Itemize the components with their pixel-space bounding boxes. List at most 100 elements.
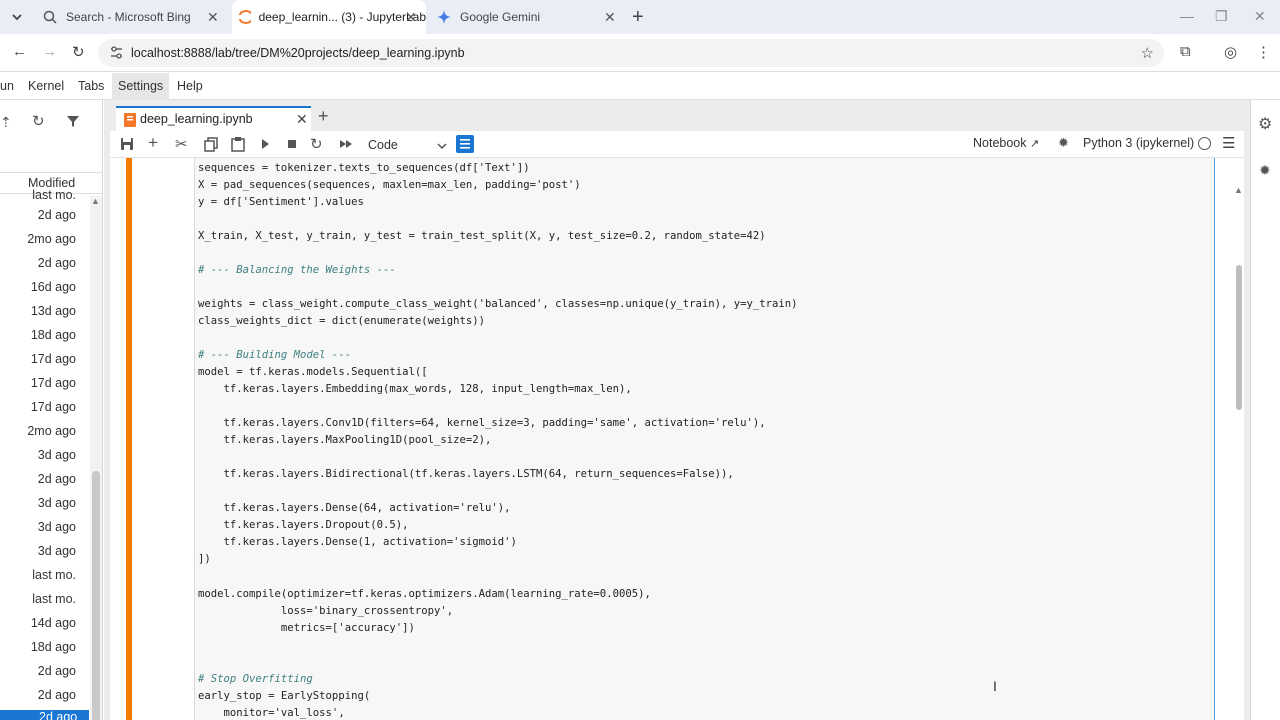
close-tab-icon[interactable]: ✕ — [405, 9, 417, 26]
code-line: ]) — [198, 553, 211, 565]
code-line: loss='binary_crossentropy', — [198, 605, 454, 617]
code-line: tf.keras.layers.Dense(1, activation='sig… — [198, 536, 517, 548]
table-of-contents-icon[interactable] — [456, 135, 474, 153]
url-text: localhost:8888/lab/tree/DM%20projects/de… — [131, 46, 465, 60]
menu-settings[interactable]: Settings — [112, 73, 170, 100]
chevron-down-icon — [437, 143, 447, 150]
notebook-cells[interactable]: sequences = tokenizer.texts_to_sequences… — [110, 158, 1244, 720]
scrollbar-thumb[interactable] — [1236, 265, 1242, 410]
browser-tab-gemini[interactable]: Google Gemini ✕ — [430, 0, 626, 34]
new-launcher-button[interactable]: + — [318, 106, 329, 127]
new-tab-button[interactable]: + — [632, 6, 644, 29]
code-line: tf.keras.layers.Bidirectional(tf.keras.l… — [198, 468, 734, 480]
code-line: X = pad_sequences(sequences, maxlen=max_… — [198, 179, 581, 191]
profile-icon[interactable]: ◎ — [1224, 43, 1237, 61]
file-row-modified[interactable]: 17d ago — [31, 352, 76, 366]
code-line: class_weights_dict = dict(enumerate(weig… — [198, 315, 486, 327]
file-row-modified[interactable]: 2mo ago — [27, 424, 76, 438]
file-row-modified[interactable]: 18d ago — [31, 640, 76, 654]
file-row-modified[interactable]: 13d ago — [31, 304, 76, 318]
paste-icon[interactable] — [229, 135, 247, 153]
menu-help[interactable]: Help — [171, 73, 209, 100]
notebook-panel: + ✂ ↻ Code Notebook ↗ ✹ Python 3 (ipyker… — [110, 131, 1244, 720]
file-row-modified[interactable]: 2d ago — [38, 256, 76, 270]
menu-kernel[interactable]: Kernel — [22, 73, 70, 100]
scroll-up-icon[interactable]: ▲ — [91, 196, 100, 206]
browser-menu-icon[interactable]: ⋮ — [1256, 43, 1271, 61]
code-line: early_stop = EarlyStopping( — [198, 690, 371, 702]
cell-type-select[interactable]: Code — [368, 135, 450, 155]
run-icon[interactable] — [256, 135, 274, 153]
restore-icon[interactable]: ❐ — [1215, 8, 1228, 25]
back-icon[interactable]: ← — [12, 43, 27, 60]
tab-list-dropdown[interactable] — [8, 8, 26, 26]
code-line: # --- Balancing the Weights --- — [198, 264, 396, 276]
property-inspector-icon[interactable]: ⚙ — [1258, 114, 1272, 134]
file-row-modified[interactable]: 2d ago — [38, 664, 76, 678]
code-line: model = tf.keras.models.Sequential([ — [198, 366, 428, 378]
scroll-up-icon[interactable]: ▲ — [1234, 185, 1243, 195]
reload-icon[interactable]: ↻ — [72, 43, 85, 61]
code-line: sequences = tokenizer.texts_to_sequences… — [198, 162, 530, 174]
menu-icon[interactable]: ☰ — [1222, 134, 1235, 152]
insert-cell-icon[interactable]: + — [148, 134, 166, 153]
close-tab-icon[interactable]: ✕ — [296, 111, 308, 128]
file-row-modified[interactable]: 17d ago — [31, 376, 76, 390]
notebook-tab[interactable]: deep_learning.ipynb ✕ — [116, 106, 311, 132]
file-row-modified[interactable]: 16d ago — [31, 280, 76, 294]
file-row-modified[interactable]: 3d ago — [38, 520, 76, 534]
upload-icon[interactable]: ⇡ — [0, 114, 12, 131]
code-line: tf.keras.layers.MaxPooling1D(pool_size=2… — [198, 434, 492, 446]
minimize-icon[interactable]: — — [1180, 8, 1194, 24]
site-info-icon[interactable] — [110, 46, 123, 59]
file-row-modified[interactable]: last mo. — [32, 188, 76, 202]
close-tab-icon[interactable]: ✕ — [604, 9, 616, 26]
copy-icon[interactable] — [202, 135, 220, 153]
open-in-notebook-link[interactable]: Notebook ↗ — [973, 136, 1039, 150]
refresh-icon[interactable]: ↻ — [32, 112, 45, 130]
stop-icon[interactable] — [283, 135, 301, 153]
close-tab-icon[interactable]: ✕ — [207, 9, 219, 26]
file-row-modified[interactable]: last mo. — [32, 568, 76, 582]
debugger-icon[interactable]: ✹ — [1058, 135, 1069, 151]
cut-icon[interactable]: ✂ — [175, 135, 193, 153]
file-row-modified[interactable]: 3d ago — [38, 544, 76, 558]
document-tab-bar: deep_learning.ipynb ✕ + — [110, 106, 1250, 132]
menu-run[interactable]: un — [0, 73, 20, 100]
extensions-icon[interactable]: ⧉ — [1180, 43, 1191, 60]
file-row-modified[interactable]: 3d ago — [38, 448, 76, 462]
file-browser-scrollbar[interactable]: ▲ — [90, 196, 102, 720]
filter-icon[interactable] — [66, 114, 80, 128]
code-line: tf.keras.layers.Conv1D(filters=64, kerne… — [198, 417, 766, 429]
file-browser-panel: ⇡ ↻ Modified last mo. 2d ago 2mo ago 2d ago… — [0, 100, 103, 720]
debugger-panel-icon[interactable]: ✹ — [1259, 162, 1271, 179]
browser-tab-strip: Search - Microsoft Bing ✕ deep_learnin..… — [0, 0, 1280, 34]
save-icon[interactable] — [118, 135, 136, 153]
bookmark-star-icon[interactable]: ☆ — [1141, 44, 1154, 62]
browser-tab-jupyterlab[interactable]: deep_learnin... (3) - JupyterLab ✕ — [232, 0, 426, 34]
restart-kernel-icon[interactable]: ↻ — [310, 135, 328, 153]
plus-icon: + — [632, 6, 644, 28]
code-line: weights = class_weight.compute_class_wei… — [198, 298, 798, 310]
jupyter-menubar: un Kernel Tabs Settings Help — [0, 73, 1280, 100]
forward-icon[interactable]: → — [42, 43, 57, 60]
scrollbar-thumb[interactable] — [92, 471, 100, 720]
file-row-modified[interactable]: 2d ago — [38, 688, 76, 702]
notebook-scrollbar[interactable]: ▲ — [1234, 185, 1244, 720]
close-window-icon[interactable]: ✕ — [1254, 8, 1266, 25]
file-row-modified[interactable]: 2d ago — [0, 710, 89, 720]
fast-forward-icon[interactable] — [337, 135, 355, 153]
file-row-modified[interactable]: 3d ago — [38, 496, 76, 510]
url-field[interactable]: localhost:8888/lab/tree/DM%20projects/de… — [98, 39, 1164, 67]
right-sidebar: ⚙ ✹ — [1250, 100, 1280, 720]
kernel-name[interactable]: Python 3 (ipykernel) — [1083, 136, 1194, 150]
file-row-modified[interactable]: 14d ago — [31, 616, 76, 630]
file-row-modified[interactable]: 2d ago — [38, 472, 76, 486]
menu-tabs[interactable]: Tabs — [72, 73, 110, 100]
file-row-modified[interactable]: 2d ago — [38, 208, 76, 222]
browser-tab-bing[interactable]: Search - Microsoft Bing ✕ — [36, 0, 228, 34]
file-row-modified[interactable]: 18d ago — [31, 328, 76, 342]
file-row-modified[interactable]: 17d ago — [31, 400, 76, 414]
file-row-modified[interactable]: 2mo ago — [27, 232, 76, 246]
file-row-modified[interactable]: last mo. — [32, 592, 76, 606]
